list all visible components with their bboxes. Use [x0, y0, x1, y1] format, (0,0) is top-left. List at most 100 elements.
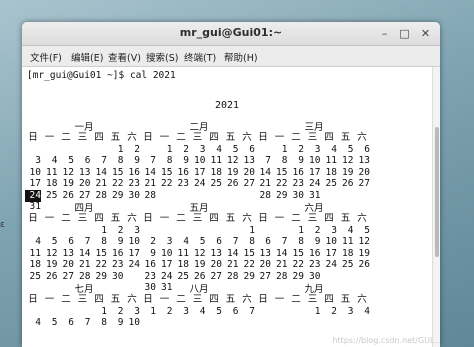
day-cell: 15 [276, 166, 288, 178]
weekday-label: 五 [225, 132, 236, 143]
day-cell: 21 [276, 259, 288, 270]
day-cell: 25 [210, 178, 222, 189]
day-cell: 11 [29, 247, 41, 259]
day-cell: 12 [194, 247, 206, 259]
month-name: 五月 [189, 203, 209, 214]
day-cell: 10 [128, 236, 140, 247]
day-cell: 19 [62, 178, 74, 189]
weekday-label: 五 [225, 294, 236, 305]
menu-edit[interactable]: 编辑(E) [71, 50, 103, 64]
day-cell: 16 [112, 247, 124, 259]
menu-terminal[interactable]: 终端(T) [184, 50, 216, 64]
weekday-label: 日 [143, 213, 153, 224]
day-cell: 16 [292, 166, 304, 178]
day-cell: 7 [101, 155, 107, 166]
terminal-output[interactable]: [mr_gui@Gui01 ~]$ cal 2021 2021 一月日一二三四五… [22, 67, 432, 347]
weekday-label: 三 [307, 132, 318, 143]
day-cell: 14 [79, 247, 91, 259]
menu-file[interactable]: 文件(F) [30, 50, 62, 64]
day-cell: 13 [358, 155, 370, 166]
day-cell: 15 [95, 247, 107, 259]
weekday-label: 一 [274, 294, 285, 305]
month-name: 八月 [189, 284, 209, 295]
weekday-label: 六 [127, 213, 137, 224]
weekday-label: 五 [110, 213, 121, 224]
day-cell: 18 [46, 178, 58, 189]
weekday-label: 六 [127, 132, 137, 143]
weekday-label: 二 [291, 213, 301, 224]
day-cell: 15 [112, 166, 124, 178]
day-cell: 17 [194, 166, 206, 178]
day-cell: 12 [227, 155, 239, 166]
day-cell: 24 [325, 259, 337, 270]
weekday-label: 四 [324, 213, 334, 224]
month-name: 七月 [74, 284, 94, 295]
day-cell: 5 [68, 155, 74, 166]
day-cell: 4 [35, 236, 41, 247]
weekday-label: 二 [61, 132, 71, 143]
day-cell: 10 [194, 155, 206, 166]
day-cell: 2 [331, 305, 337, 317]
day-cell: 7 [84, 236, 91, 247]
day-cell: 20 [79, 178, 91, 189]
day-cell: 9 [183, 155, 189, 166]
day-cell: 1 [117, 143, 124, 155]
weekday-label: 五 [110, 294, 121, 305]
day-cell: 2 [314, 224, 321, 236]
weekday-label: 二 [291, 132, 301, 143]
day-cell: 12 [342, 155, 354, 166]
day-cell: 1 [101, 305, 107, 317]
weekday-label: 三 [192, 132, 203, 143]
weekday-label: 一 [159, 294, 170, 305]
day-cell: 23 [177, 178, 189, 189]
day-cell: 10 [29, 166, 41, 178]
title-bar[interactable]: mr_gui@Gui01:~ – □ ✕ [22, 22, 440, 46]
menu-search[interactable]: 搜索(S) [146, 50, 178, 64]
weekday-label: 六 [242, 132, 252, 143]
menu-help[interactable]: 帮助(H) [224, 50, 258, 64]
day-cell: 18 [210, 166, 222, 178]
day-cell: 9 [117, 317, 124, 328]
close-icon[interactable]: ✕ [419, 27, 432, 40]
menu-view[interactable]: 查看(V) [108, 50, 141, 64]
weekday-label: 三 [192, 294, 203, 305]
minimize-icon[interactable]: – [378, 27, 391, 40]
day-cell: 3 [35, 155, 41, 166]
day-cell: 1 [281, 143, 288, 155]
day-cell: 19 [227, 166, 239, 178]
day-cell: 17 [325, 247, 337, 259]
day-cell: 2 [183, 143, 189, 155]
weekday-label: 一 [274, 213, 285, 224]
weekday-label: 二 [291, 294, 301, 305]
day-cell: 25 [325, 178, 337, 189]
weekday-label: 五 [340, 213, 351, 224]
day-cell: 16 [177, 166, 189, 178]
day-cell: 11 [210, 155, 222, 166]
day-cell: 17 [161, 259, 173, 270]
calendar-year: 2021 [214, 100, 240, 111]
day-cell: 20 [259, 259, 271, 270]
day-cell: 16 [144, 259, 156, 270]
day-cell: 1 [150, 305, 156, 317]
day-cell: 4 [51, 155, 58, 166]
day-cell: 4 [347, 224, 354, 236]
day-cell: 11 [342, 236, 354, 247]
day-cell: 12 [358, 236, 370, 247]
day-cell: 10 [161, 247, 173, 259]
vertical-scrollbar[interactable] [432, 67, 440, 347]
maximize-icon[interactable]: □ [398, 27, 411, 40]
weekday-label: 日 [28, 213, 38, 224]
day-cell: 7 [150, 155, 156, 166]
weekday-label: 三 [77, 294, 88, 305]
day-cell: 25 [342, 259, 354, 270]
month-name: 二月 [189, 122, 209, 133]
day-cell: 12 [46, 247, 58, 259]
day-cell: 24 [128, 259, 140, 270]
weekday-label: 四 [209, 132, 219, 143]
day-cell: 3 [134, 224, 140, 236]
day-cell: 26 [358, 259, 370, 270]
day-cell: 4 [35, 317, 41, 328]
day-cell: 3 [166, 236, 173, 247]
day-cell: 8 [166, 155, 173, 166]
scrollbar-thumb[interactable] [435, 127, 439, 257]
